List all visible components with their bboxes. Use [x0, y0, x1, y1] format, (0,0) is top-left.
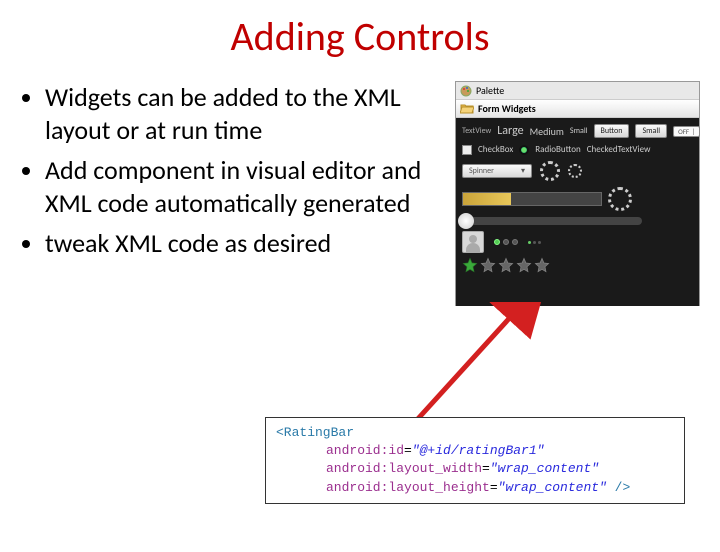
xml-attr-value: "@+id/ratingBar1"	[412, 443, 545, 458]
seekbar-widget[interactable]	[462, 217, 642, 225]
xml-attr-value: "wrap_content"	[498, 480, 607, 495]
small-textview[interactable]: Small	[570, 126, 588, 136]
medium-textview[interactable]: Medium	[530, 125, 564, 138]
xml-tag-open: <RatingBar	[276, 425, 354, 440]
switch-widget[interactable]: OFF|	[673, 126, 700, 137]
check-radio-row: CheckBox RadioButton CheckedTextView	[462, 144, 693, 155]
quickcontact-row	[462, 231, 693, 253]
palette-panel: Palette Form Widgets TextView Large Medi…	[455, 81, 700, 306]
minidot-icon	[533, 241, 536, 244]
radio-label[interactable]: RadioButton	[535, 144, 580, 155]
xml-attr-name: android:layout_height	[326, 480, 490, 495]
slide-content: Widgets can be added to the XML layout o…	[0, 81, 720, 306]
button-widget[interactable]: Button	[594, 124, 630, 138]
dot-icon	[512, 239, 518, 245]
dot-active-icon	[494, 239, 500, 245]
star-empty-icon	[498, 257, 514, 273]
xml-attr-name: android:layout_width	[326, 461, 482, 476]
palette-header-label: Palette	[476, 84, 504, 97]
spinner-widget[interactable]: Spinner▾	[462, 164, 532, 178]
textview-label[interactable]: TextView	[462, 126, 491, 136]
folder-open-icon	[460, 103, 474, 114]
checkedtextview-label[interactable]: CheckedTextView	[587, 144, 651, 155]
bullet-item: tweak XML code as desired	[45, 227, 440, 260]
progressbar-widget[interactable]	[462, 192, 602, 206]
textview-row: TextView Large Medium Small Button Small…	[462, 124, 693, 138]
progress-row	[462, 187, 693, 211]
quickcontact-badge[interactable]	[462, 231, 484, 253]
xml-tag-close: />	[607, 480, 630, 495]
star-filled-icon	[462, 257, 478, 273]
widget-area: TextView Large Medium Small Button Small…	[456, 118, 699, 306]
form-widgets-label: Form Widgets	[478, 102, 536, 115]
checkbox-label[interactable]: CheckBox	[478, 144, 513, 155]
bullet-item: Add component in visual editor and XML c…	[45, 154, 440, 219]
page-indicator-large[interactable]	[494, 239, 518, 245]
ratingbar-widget[interactable]	[462, 257, 693, 273]
page-indicator-small[interactable]	[528, 241, 541, 244]
form-widgets-header[interactable]: Form Widgets	[456, 100, 699, 118]
dot-icon	[503, 239, 509, 245]
progress-ring-icon[interactable]	[540, 161, 560, 181]
minidot-active-icon	[528, 241, 531, 244]
star-empty-icon	[516, 257, 532, 273]
radio-icon[interactable]	[519, 145, 529, 155]
palette-header: Palette	[456, 82, 699, 100]
checkbox-icon[interactable]	[462, 145, 472, 155]
star-empty-icon	[480, 257, 496, 273]
minidot-icon	[538, 241, 541, 244]
xml-attr-value: "wrap_content"	[490, 461, 599, 476]
xml-attr-name: android:id	[326, 443, 404, 458]
star-empty-icon	[534, 257, 550, 273]
small-button-widget[interactable]: Small	[635, 124, 667, 138]
bullet-item: Widgets can be added to the XML layout o…	[45, 81, 440, 146]
progress-ring-large-icon[interactable]	[608, 187, 632, 211]
progress-ring-small-icon[interactable]	[568, 164, 582, 178]
slide-title: Adding Controls	[0, 12, 720, 61]
spinner-row: Spinner▾	[462, 161, 693, 181]
xml-code-snippet: <RatingBar android:id="@+id/ratingBar1" …	[265, 417, 685, 504]
bullet-list: Widgets can be added to the XML layout o…	[20, 81, 440, 306]
large-textview[interactable]: Large	[497, 124, 523, 138]
palette-icon	[460, 85, 472, 97]
